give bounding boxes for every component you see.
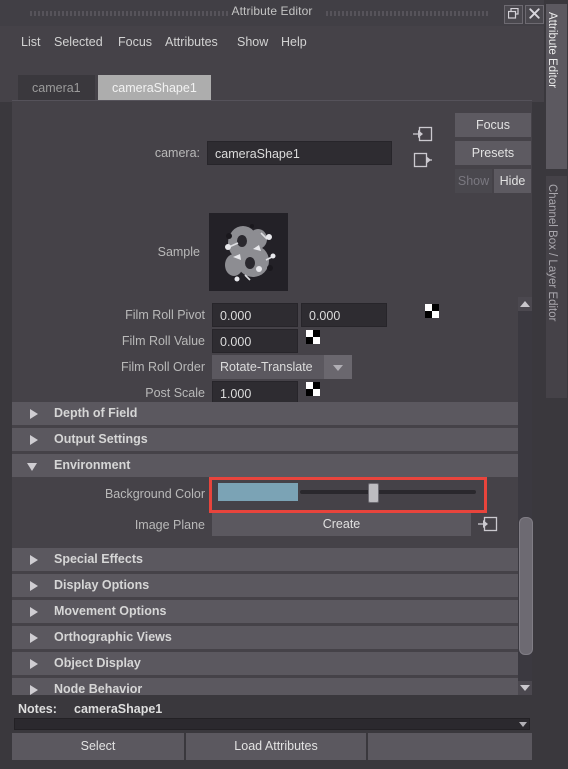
camera-field-label: camera: xyxy=(154,146,200,160)
focus-button[interactable]: Focus xyxy=(455,113,531,137)
section-node-behavior-label: Node Behavior xyxy=(54,682,143,695)
section-display-options[interactable]: Display Options xyxy=(12,574,518,597)
section-orthographic-views-label: Orthographic Views xyxy=(54,630,172,644)
scroll-down-arrow-icon[interactable] xyxy=(518,681,532,695)
notes-bar: Notes: cameraShape1 xyxy=(12,700,532,730)
menu-item-selected[interactable]: Selected xyxy=(51,34,106,50)
chevron-right-icon xyxy=(30,435,38,445)
film-roll-order-value: Rotate-Translate xyxy=(220,360,313,374)
chevron-down-icon[interactable] xyxy=(324,355,352,379)
chevron-right-icon xyxy=(30,581,38,591)
menu-item-focus[interactable]: Focus xyxy=(115,34,155,50)
background-color-slider-handle[interactable] xyxy=(368,483,379,503)
window-title: Attribute Editor xyxy=(231,4,313,18)
select-button[interactable]: Select xyxy=(12,733,184,760)
film-roll-order-dropdown[interactable]: Rotate-Translate xyxy=(212,355,352,379)
chevron-right-icon xyxy=(30,685,38,695)
restore-window-icon[interactable] xyxy=(504,5,523,24)
menu-item-list[interactable]: List xyxy=(18,34,43,50)
hide-button[interactable]: Hide xyxy=(494,169,531,193)
section-depth-of-field-label: Depth of Field xyxy=(54,406,138,420)
section-environment-label: Environment xyxy=(54,458,131,472)
vertical-tab-strip: Attribute Editor Channel Box / Layer Edi… xyxy=(544,0,568,769)
attribute-editor-window: Attribute Editor List Selected Focus Att… xyxy=(0,0,568,769)
presets-button[interactable]: Presets xyxy=(455,141,531,165)
section-movement-options[interactable]: Movement Options xyxy=(12,600,518,623)
window-titlebar[interactable]: Attribute Editor xyxy=(0,0,544,26)
menu-bar: List Selected Focus Attributes Show Help xyxy=(0,26,544,60)
film-roll-pivot-y-input[interactable]: 0.000 xyxy=(301,303,387,327)
close-icon[interactable] xyxy=(525,5,544,24)
section-special-effects[interactable]: Special Effects xyxy=(12,548,518,571)
image-plane-create-button[interactable]: Create xyxy=(212,513,471,536)
notes-node-name: cameraShape1 xyxy=(74,702,163,716)
section-object-display[interactable]: Object Display xyxy=(12,652,518,675)
section-movement-options-label: Movement Options xyxy=(54,604,167,618)
tab-camera1[interactable]: camera1 xyxy=(18,75,95,101)
scroll-up-arrow-icon[interactable] xyxy=(518,297,532,311)
camera-name-input[interactable]: cameraShape1 xyxy=(207,141,392,165)
chevron-down-icon xyxy=(27,463,37,471)
film-roll-pivot-connection-icon[interactable] xyxy=(425,304,439,318)
tab-divider xyxy=(12,100,532,101)
post-scale-label: Post Scale xyxy=(145,386,205,400)
vertical-tab-attribute-editor-label: Attribute Editor xyxy=(546,12,558,89)
show-button[interactable]: Show xyxy=(455,169,492,193)
film-roll-value-label: Film Roll Value xyxy=(121,334,205,348)
background-color-slider-track[interactable] xyxy=(300,490,476,494)
node-tab-strip: camera1 cameraShape1 xyxy=(0,60,544,102)
vertical-tab-channel-box[interactable]: Channel Box / Layer Editor xyxy=(546,176,567,398)
background-color-label: Background Color xyxy=(104,487,205,501)
chevron-right-icon xyxy=(30,633,38,643)
chevron-right-icon xyxy=(30,659,38,669)
section-orthographic-views[interactable]: Orthographic Views xyxy=(12,626,518,649)
arrow-into-box-icon[interactable] xyxy=(478,515,498,532)
scrollbar-thumb[interactable] xyxy=(519,517,533,655)
vertical-tab-attribute-editor[interactable]: Attribute Editor xyxy=(546,4,567,169)
background-color-swatch[interactable] xyxy=(218,483,298,501)
chevron-down-icon[interactable] xyxy=(519,722,527,727)
film-roll-value-connection-icon[interactable] xyxy=(306,330,320,344)
section-depth-of-field[interactable]: Depth of Field xyxy=(12,402,518,425)
notes-label: Notes: xyxy=(18,702,57,716)
menu-item-attributes[interactable]: Attributes xyxy=(162,34,221,50)
section-object-display-label: Object Display xyxy=(54,656,141,670)
post-scale-connection-icon[interactable] xyxy=(306,382,320,396)
notes-input[interactable] xyxy=(14,718,530,730)
section-special-effects-label: Special Effects xyxy=(54,552,143,566)
sample-thumbnail xyxy=(209,213,288,291)
tab-camerashape1[interactable]: cameraShape1 xyxy=(98,75,211,101)
menu-item-help[interactable]: Help xyxy=(278,34,310,50)
empty-button[interactable] xyxy=(368,733,532,760)
arrow-into-box-icon[interactable] xyxy=(413,126,433,142)
chevron-right-icon xyxy=(30,607,38,617)
vertical-tab-channel-box-label: Channel Box / Layer Editor xyxy=(546,184,558,322)
section-display-options-label: Display Options xyxy=(54,578,150,592)
film-roll-pivot-x-input[interactable]: 0.000 xyxy=(212,303,298,327)
section-output-settings[interactable]: Output Settings xyxy=(12,428,518,451)
attribute-scrollbar[interactable] xyxy=(518,297,533,695)
film-roll-value-input[interactable]: 0.000 xyxy=(212,329,298,353)
load-attributes-button[interactable]: Load Attributes xyxy=(186,733,366,760)
image-plane-label: Image Plane xyxy=(134,518,205,532)
chevron-right-icon xyxy=(30,555,38,565)
section-output-settings-label: Output Settings xyxy=(54,432,148,446)
sample-label: Sample xyxy=(157,245,200,259)
section-node-behavior[interactable]: Node Behavior xyxy=(12,678,518,695)
arrow-out-of-box-icon[interactable] xyxy=(413,152,433,168)
film-roll-pivot-label: Film Roll Pivot xyxy=(125,308,205,322)
section-environment[interactable]: Environment xyxy=(12,454,518,477)
menu-item-show[interactable]: Show xyxy=(234,34,271,50)
chevron-right-icon xyxy=(30,409,38,419)
film-roll-order-label: Film Roll Order xyxy=(120,360,205,374)
